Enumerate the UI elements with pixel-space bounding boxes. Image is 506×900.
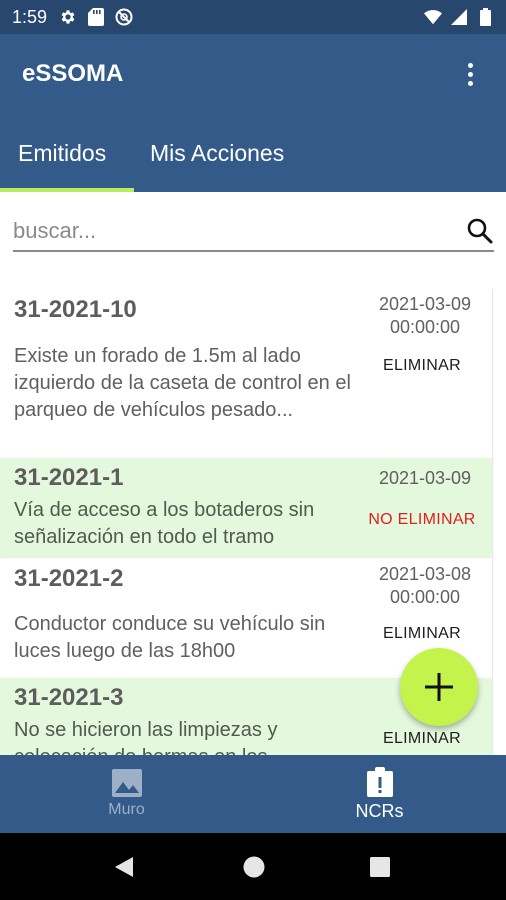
- recents-icon[interactable]: [369, 856, 391, 878]
- ncr-code: 31-2021-1: [14, 464, 124, 491]
- search-icon[interactable]: [466, 217, 494, 245]
- clipboard-alert-icon: [366, 766, 393, 797]
- signal-icon: [450, 8, 468, 26]
- nav-item-muro[interactable]: Muro: [0, 755, 253, 833]
- no-disturb-icon: [115, 8, 133, 26]
- system-navigation-bar: [0, 833, 506, 900]
- ncr-description: Existe un forado de 1.5m al lado izquier…: [14, 345, 351, 421]
- plus-icon: [425, 673, 453, 701]
- ncr-date-value: 2021-03-09: [378, 294, 472, 314]
- tab-mis-acciones[interactable]: Mis Acciones: [134, 114, 302, 192]
- ncr-description: Vía de acceso a los botaderos sin señali…: [14, 499, 315, 548]
- sd-card-icon: [87, 8, 105, 26]
- search-bar: [13, 212, 494, 252]
- tab-bar: Emitidos Mis Acciones: [0, 114, 506, 192]
- settings-icon: [59, 8, 77, 26]
- nav-item-ncrs[interactable]: NCRs: [253, 755, 506, 833]
- ncr-time-value: 00:00:00: [389, 317, 461, 337]
- status-bar: 1:59: [0, 0, 506, 34]
- ncr-date: 2021-03-09 00:00:00: [370, 293, 480, 339]
- eliminar-button[interactable]: ELIMINAR: [372, 357, 472, 375]
- ncr-description: No se hicieron las limpiezas y colocació…: [14, 719, 278, 755]
- ncr-code: 31-2021-2: [14, 565, 124, 592]
- ncr-code: 31-2021-3: [14, 684, 124, 711]
- tab-emitidos[interactable]: Emitidos: [0, 114, 134, 192]
- ncr-description: Conductor conduce su vehículo sin luces …: [14, 613, 326, 662]
- eliminar-button[interactable]: ELIMINAR: [372, 625, 472, 643]
- back-icon[interactable]: [113, 855, 135, 879]
- nav-label-ncrs: NCRs: [355, 800, 404, 821]
- ncr-card[interactable]: 31-2021-10 2021-03-09 00:00:00 Existe un…: [0, 288, 492, 458]
- search-input[interactable]: [13, 218, 443, 244]
- more-options-icon[interactable]: [456, 54, 484, 94]
- status-time: 1:59: [12, 6, 48, 27]
- ncr-date-value: 2021-03-08: [378, 564, 472, 584]
- bottom-navigation: Muro NCRs: [0, 755, 506, 833]
- battery-icon: [476, 8, 494, 26]
- image-icon: [111, 769, 142, 797]
- nav-label-muro: Muro: [108, 801, 145, 818]
- ncr-time-value: 00:00:00: [389, 587, 461, 607]
- app-title: eSSOMA: [22, 60, 124, 87]
- app-bar: eSSOMA: [0, 34, 506, 114]
- wifi-icon: [424, 8, 442, 26]
- ncr-date: 2021-03-08 00:00:00: [370, 563, 480, 609]
- ncr-code: 31-2021-10: [14, 296, 137, 323]
- ncr-date-value: 2021-03-09: [378, 468, 472, 488]
- no-eliminar-button[interactable]: NO ELIMINAR: [362, 511, 482, 529]
- eliminar-button[interactable]: ELIMINAR: [372, 730, 472, 748]
- home-icon[interactable]: [242, 855, 266, 879]
- ncr-date: 2021-03-09: [370, 467, 480, 490]
- ncr-card[interactable]: 31-2021-1 2021-03-09 Vía de acceso a los…: [0, 458, 492, 558]
- add-ncr-button[interactable]: [400, 648, 478, 726]
